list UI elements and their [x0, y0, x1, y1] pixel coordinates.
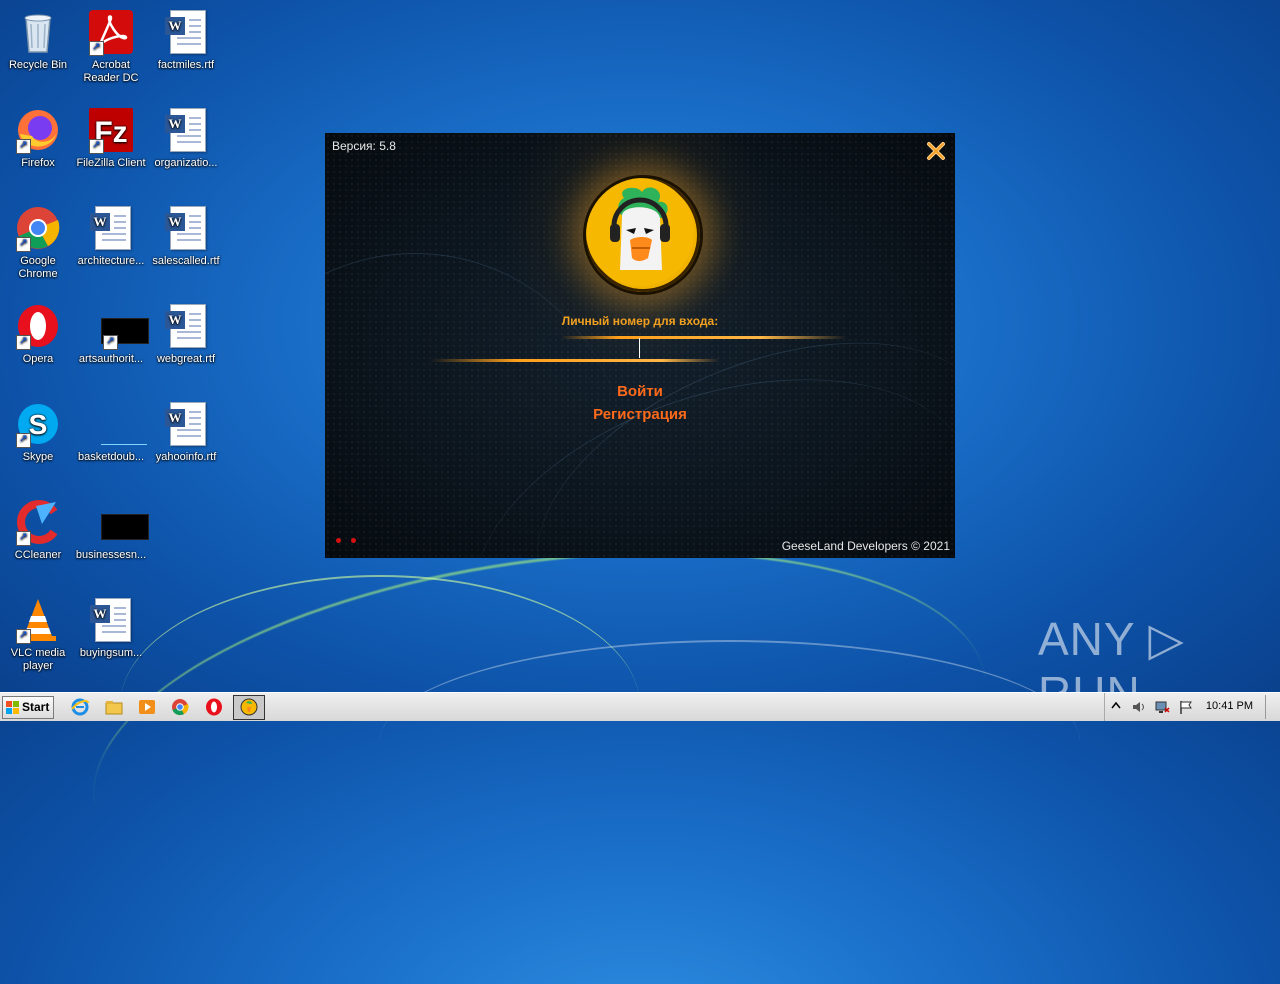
media-player-icon[interactable]	[137, 697, 157, 717]
input-line-bottom	[430, 359, 720, 362]
word-doc-icon: W	[162, 302, 210, 350]
shortcut-arrow-icon: ↗	[16, 433, 31, 448]
word-doc-icon: W	[87, 596, 135, 644]
opera-icon: ↗	[14, 302, 62, 350]
icon-label: salescalled.rtf	[152, 255, 220, 267]
login-label: Личный номер для входа:	[561, 314, 719, 328]
close-icon	[927, 142, 945, 160]
shortcut-arrow-icon: ↗	[16, 139, 31, 154]
desktop-icon-salescalled[interactable]: W salescalled.rtf	[148, 204, 224, 268]
icon-label: buyingsum...	[79, 647, 143, 659]
icon-label: Recycle Bin	[8, 59, 68, 71]
blank-file-icon	[87, 400, 147, 448]
desktop-icon-vlc[interactable]: ↗ VLC media player	[0, 596, 76, 673]
icon-label: artsauthorit...	[78, 353, 144, 365]
shortcut-arrow-icon: ↗	[16, 531, 31, 546]
word-doc-icon: W	[162, 106, 210, 154]
windows-flag-icon	[6, 701, 19, 714]
network-icon[interactable]	[1154, 699, 1170, 715]
desktop-icon-basketdoub[interactable]: basketdoub...	[73, 400, 149, 464]
goose-avatar	[583, 175, 703, 295]
skype-icon: S ↗	[14, 400, 62, 448]
desktop-icon-webgreat[interactable]: W webgreat.rtf	[148, 302, 224, 366]
shortcut-arrow-icon: ↗	[89, 41, 104, 56]
login-number-input[interactable]	[550, 339, 734, 361]
desktop-icon-factmiles[interactable]: W factmiles.rtf	[148, 8, 224, 72]
icon-label: yahooinfo.rtf	[155, 451, 217, 463]
icon-label: webgreat.rtf	[156, 353, 216, 365]
shortcut-arrow-icon: ↗	[103, 335, 118, 350]
goose-logo-icon	[586, 178, 694, 286]
opera-icon[interactable]	[204, 697, 224, 717]
close-button[interactable]	[925, 140, 947, 162]
action-center-flag-icon[interactable]	[1178, 699, 1194, 715]
desktop-icon-organizatio[interactable]: W organizatio...	[148, 106, 224, 170]
firefox-icon: ↗	[14, 106, 62, 154]
icon-label: businessesn...	[75, 549, 147, 561]
desktop-icon-recycle-bin[interactable]: Recycle Bin	[0, 8, 76, 72]
show-desktop-button[interactable]	[1265, 695, 1280, 719]
vlc-icon: ↗	[14, 596, 62, 644]
icon-label: organizatio...	[154, 157, 218, 169]
icon-label: architecture...	[77, 255, 145, 267]
taskbar: Start 10:41 PM	[0, 692, 1280, 721]
volume-icon[interactable]	[1131, 699, 1147, 715]
status-dots	[336, 530, 366, 548]
icon-label: Acrobat Reader DC	[83, 59, 139, 84]
icon-label: CCleaner	[14, 549, 62, 561]
desktop-icon-acrobat[interactable]: ↗ Acrobat Reader DC	[73, 8, 149, 85]
icon-label: FileZilla Client	[76, 157, 146, 169]
icon-label: factmiles.rtf	[157, 59, 215, 71]
text-caret	[639, 338, 640, 358]
desktop-icon-skype[interactable]: S ↗ Skype	[0, 400, 76, 464]
black-file-icon: ↗	[87, 302, 149, 350]
svg-text:S: S	[29, 409, 48, 440]
shortcut-arrow-icon: ↗	[16, 237, 31, 252]
desktop-icon-artsauthority[interactable]: ↗ artsauthorit...	[73, 302, 149, 366]
icon-label: Opera	[22, 353, 54, 365]
word-doc-icon: W	[162, 8, 210, 56]
register-link[interactable]: Регистрация	[325, 406, 955, 423]
icon-label: basketdoub...	[77, 451, 145, 463]
internet-explorer-icon[interactable]	[70, 697, 90, 717]
desktop-icon-opera[interactable]: ↗ Opera	[0, 302, 76, 366]
clock[interactable]: 10:41 PM	[1206, 700, 1253, 712]
ccleaner-icon: ↗	[14, 498, 62, 546]
system-tray: 10:41 PM	[1104, 693, 1280, 721]
icon-label: VLC media player	[10, 647, 66, 672]
start-button[interactable]: Start	[2, 696, 54, 719]
desktop-icon-chrome[interactable]: ↗ Google Chrome	[0, 204, 76, 281]
chrome-icon: ↗	[14, 204, 62, 252]
word-doc-icon: W	[162, 400, 210, 448]
recycle-bin-icon	[14, 8, 62, 56]
shortcut-arrow-icon: ↗	[89, 139, 104, 154]
desktop-icon-firefox[interactable]: ↗ Firefox	[0, 106, 76, 170]
word-doc-icon: W	[87, 204, 135, 252]
start-label: Start	[22, 700, 50, 714]
word-doc-icon: W	[162, 204, 210, 252]
shortcut-arrow-icon: ↗	[16, 629, 31, 644]
filezilla-icon: Fz ↗	[87, 106, 135, 154]
desktop-icon-architecture[interactable]: W architecture...	[73, 204, 149, 268]
desktop-icon-filezilla[interactable]: Fz ↗ FileZilla Client	[73, 106, 149, 170]
explorer-icon[interactable]	[104, 697, 124, 717]
shortcut-arrow-icon: ↗	[16, 335, 31, 350]
chrome-icon[interactable]	[170, 697, 190, 717]
geeseland-icon	[240, 698, 258, 716]
version-label: Версия: 5.8	[332, 139, 396, 153]
black-file-icon	[87, 498, 149, 546]
icon-label: Skype	[22, 451, 54, 463]
icon-label: Google Chrome	[18, 255, 58, 280]
taskbar-geeseland-app[interactable]	[233, 695, 265, 720]
desktop-icon-yahooinfo[interactable]: W yahooinfo.rtf	[148, 400, 224, 464]
copyright-text: GeeseLand Developers © 2021	[781, 539, 950, 553]
desktop-icon-businessesn[interactable]: businessesn...	[73, 498, 149, 562]
desktop-icon-buyingsum[interactable]: W buyingsum...	[73, 596, 149, 660]
login-button[interactable]: Войти	[325, 383, 955, 400]
show-hidden-icons-icon[interactable]	[1111, 701, 1121, 711]
desktop-icon-ccleaner[interactable]: ↗ CCleaner	[0, 498, 76, 562]
login-dialog: Версия: 5.8 Личный номер для входа: Войт…	[325, 133, 955, 558]
acrobat-icon: ↗	[87, 8, 135, 56]
icon-label: Firefox	[21, 157, 55, 169]
